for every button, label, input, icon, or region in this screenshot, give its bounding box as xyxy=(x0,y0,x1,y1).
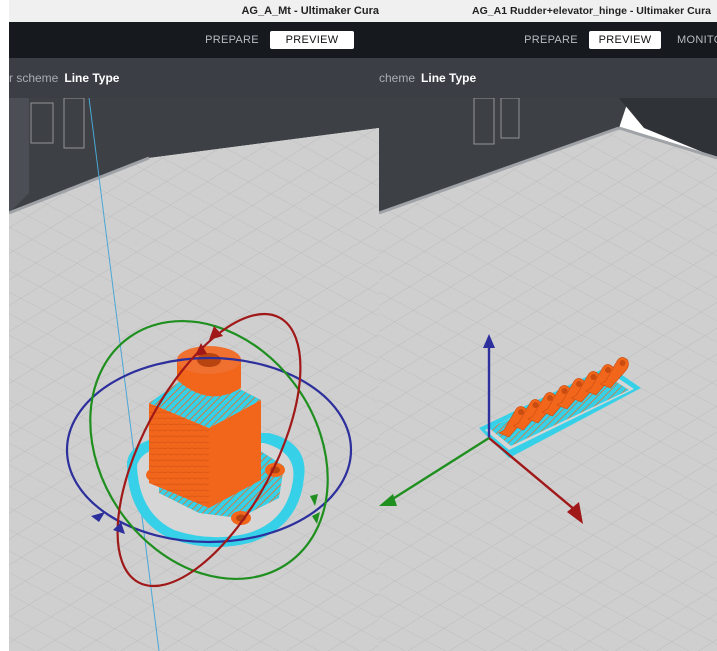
viewport-scene xyxy=(9,98,379,651)
color-scheme-bar: cheme Line Type xyxy=(379,58,717,98)
color-scheme-dropdown[interactable]: Line Type xyxy=(64,71,119,85)
viewport-scene xyxy=(379,98,717,651)
color-scheme-label: cheme xyxy=(379,71,416,85)
hinge-tab-hole xyxy=(576,381,582,387)
hinge-tab-hole xyxy=(619,360,626,366)
tab-preview[interactable]: PREVIEW xyxy=(270,31,354,49)
cura-window-right: AG_A1 Rudder+elevator_hinge - Ultimaker … xyxy=(379,0,717,651)
color-scheme-label: r scheme xyxy=(9,71,59,85)
window-title: AG_A_Mt - Ultimaker Cura xyxy=(241,5,379,17)
hinge-tab-hole xyxy=(518,409,524,415)
build-plate-grid xyxy=(379,128,717,651)
tab-preview[interactable]: PREVIEW xyxy=(589,31,661,49)
hinge-tab-hole xyxy=(532,402,539,408)
hinge-tab-hole xyxy=(605,367,611,373)
tab-monitor[interactable]: MONITO xyxy=(677,31,717,49)
tab-prepare[interactable]: PREPARE xyxy=(521,31,581,49)
3d-viewport[interactable] xyxy=(9,98,379,651)
build-volume-wall-side xyxy=(9,98,29,213)
title-bar: AG_A_Mt - Ultimaker Cura xyxy=(9,0,379,23)
tab-prepare[interactable]: PREPARE xyxy=(201,31,263,49)
hinge-tab-hole xyxy=(590,374,597,380)
hinge-tab-hole xyxy=(561,388,568,394)
hinge-tab-hole xyxy=(547,395,553,401)
title-bar: AG_A1 Rudder+elevator_hinge - Ultimaker … xyxy=(379,0,717,23)
stage-toolbar: PREPARE PREVIEW xyxy=(9,22,379,58)
color-scheme-dropdown[interactable]: Line Type xyxy=(421,71,476,85)
stage-toolbar: PREPARE PREVIEW MONITO xyxy=(379,22,717,58)
cura-window-left: AG_A_Mt - Ultimaker Cura PREPARE PREVIEW… xyxy=(9,0,379,651)
window-title: AG_A1 Rudder+elevator_hinge - Ultimaker … xyxy=(472,5,711,17)
model-boss-hole xyxy=(197,353,221,367)
color-scheme-bar: r scheme Line Type xyxy=(9,58,379,98)
3d-viewport[interactable] xyxy=(379,98,717,651)
